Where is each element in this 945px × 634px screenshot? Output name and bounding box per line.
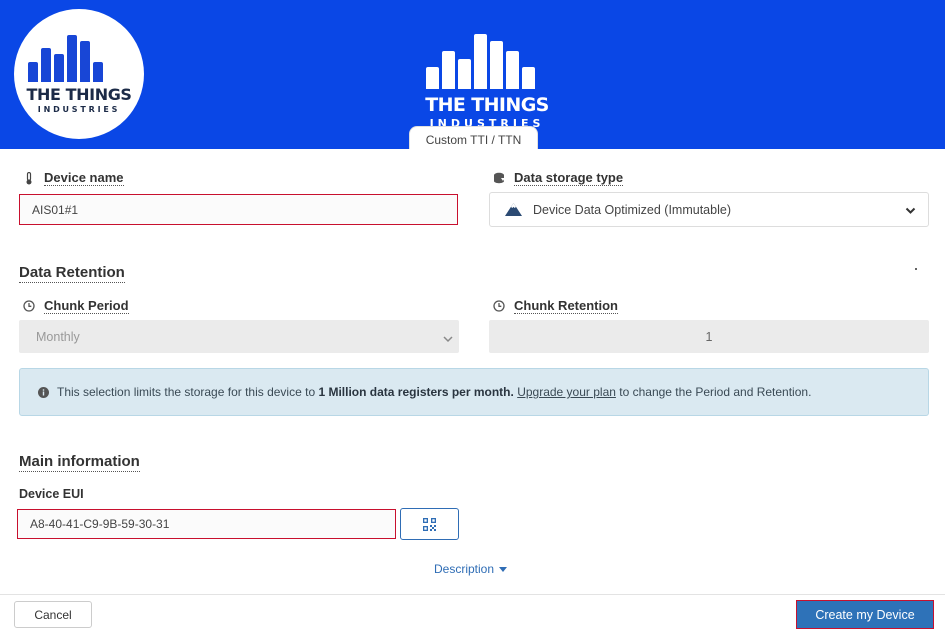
data-retention-title: Data Retention — [19, 264, 125, 283]
chunk-period-value: Monthly — [36, 329, 80, 344]
info-icon — [38, 386, 49, 398]
mountain-icon — [504, 202, 523, 217]
description-toggle[interactable]: Description — [434, 562, 508, 576]
chunk-period-select[interactable]: Monthly — [19, 320, 459, 353]
alert-bold-text: 1 Million data registers per month. — [318, 385, 514, 399]
device-name-label: Device name — [44, 170, 124, 186]
bars-logo-icon — [28, 35, 103, 82]
center-brand-title: THE THINGS — [425, 94, 549, 116]
tab-custom-tti-ttn[interactable]: Custom TTI / TTN — [409, 126, 538, 149]
storage-type-label-row: Data storage type — [492, 170, 624, 186]
device-name-input[interactable]: AIS01#1 — [19, 194, 458, 225]
device-eui-label: Device EUI — [19, 487, 84, 501]
alert-text-before: This selection limits the storage for th… — [57, 385, 316, 399]
decorative-dot — [915, 268, 917, 270]
storage-limit-alert: This selection limits the storage for th… — [19, 368, 929, 416]
storage-type-value: Device Data Optimized (Immutable) — [533, 202, 731, 217]
caret-down-icon — [499, 566, 508, 572]
scan-qr-button[interactable] — [400, 508, 459, 540]
chunk-period-label-row: Chunk Period — [22, 298, 129, 314]
upgrade-plan-link[interactable]: Upgrade your plan — [517, 385, 616, 399]
database-icon — [492, 171, 506, 185]
chunk-retention-label-row: Chunk Retention — [492, 298, 618, 314]
storage-type-select[interactable]: Device Data Optimized (Immutable) — [489, 192, 929, 227]
header-banner: THE THINGS INDUSTRIES THE THINGS INDUSTR… — [0, 0, 945, 149]
alert-text-after: to change the Period and Retention. — [619, 385, 812, 399]
chunk-retention-input[interactable]: 1 — [489, 320, 929, 353]
footer-divider — [0, 594, 945, 595]
center-brand-logo: THE THINGS INDUSTRIES — [418, 34, 556, 129]
brand-subtitle: INDUSTRIES — [37, 105, 121, 114]
cancel-button[interactable]: Cancel — [14, 601, 92, 628]
storage-type-label: Data storage type — [514, 170, 624, 186]
create-device-button[interactable]: Create my Device — [796, 600, 934, 629]
chunk-period-label: Chunk Period — [44, 298, 129, 314]
alert-message: This selection limits the storage for th… — [57, 385, 811, 399]
brand-title: THE THINGS — [26, 85, 132, 104]
qr-code-icon — [423, 517, 436, 531]
clock-icon — [492, 299, 506, 313]
brand-logo-badge: THE THINGS INDUSTRIES — [14, 9, 144, 139]
thermometer-icon — [22, 171, 36, 185]
clock-icon — [22, 299, 36, 313]
device-name-label-row: Device name — [22, 170, 124, 186]
chevron-down-icon — [905, 204, 916, 218]
main-information-title: Main information — [19, 453, 140, 472]
chunk-retention-label: Chunk Retention — [514, 298, 618, 314]
description-label: Description — [434, 562, 495, 576]
chevron-down-icon — [443, 332, 453, 346]
bars-logo-icon — [426, 34, 535, 89]
device-eui-input[interactable]: A8-40-41-C9-9B-59-30-31 — [17, 509, 396, 539]
